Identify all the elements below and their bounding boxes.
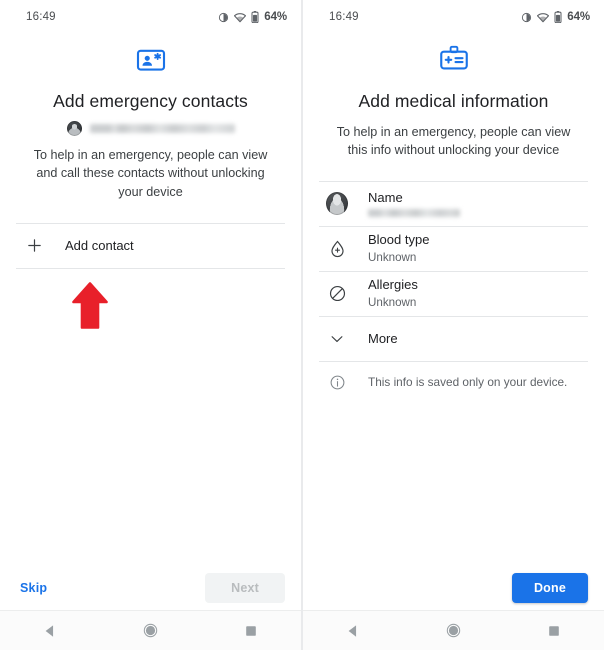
left-status-bar: 16:49 64% (0, 0, 301, 34)
wifi-icon (537, 12, 550, 23)
recents-square-icon[interactable] (223, 611, 279, 650)
list-item-value-redacted (368, 209, 460, 218)
account-email-redacted (89, 124, 235, 133)
status-icon-group: 64% (218, 11, 287, 23)
list-item-allergies[interactable]: Allergies Unknown (319, 272, 588, 316)
list-item-name[interactable]: Name (319, 182, 588, 226)
chevron-down-icon (326, 330, 348, 348)
recents-square-icon[interactable] (526, 611, 582, 650)
battery-percent-label: 64% (567, 11, 590, 23)
list-item-label: Name (368, 189, 403, 205)
account-avatar (326, 192, 348, 215)
list-item-label: More (368, 331, 398, 346)
battery-percent-label: 64% (264, 11, 287, 23)
home-circle-icon[interactable] (425, 611, 481, 650)
page-title: Add emergency contacts (53, 91, 248, 111)
divider-below-add-contact (16, 267, 285, 269)
annotation-arrow-wrap (16, 281, 285, 334)
page-title: Add medical information (358, 91, 549, 111)
battery-icon (251, 11, 259, 23)
add-contact-label: Add contact (65, 238, 134, 254)
right-bottom-bar: Done (303, 566, 604, 610)
right-content: Add medical information To help in an em… (303, 34, 604, 566)
dual-screenshot-container: 16:49 64% Add emergency contacts To help… (0, 0, 604, 650)
device-storage-note: This info is saved only on your device. (319, 362, 588, 403)
done-button[interactable]: Done (511, 573, 588, 603)
up-arrow-annotation-icon (72, 281, 108, 334)
account-avatar (66, 121, 82, 136)
list-item-label: Allergies (368, 276, 418, 292)
medical-id-badge-icon (319, 45, 588, 75)
right-nav-bar (303, 610, 604, 650)
list-item-text: Allergies Unknown (368, 277, 418, 310)
blood-drop-icon (326, 239, 348, 258)
vibrate-icon (218, 12, 229, 23)
left-nav-bar (0, 610, 301, 650)
right-phone-screen: 16:49 64% Add medical information To hel… (303, 0, 604, 650)
wifi-icon (234, 12, 247, 23)
list-item-blood-type[interactable]: Blood type Unknown (319, 227, 588, 271)
emergency-contact-card-icon (16, 45, 285, 75)
list-item-label: Blood type (368, 231, 430, 247)
list-item-value: Unknown (368, 251, 417, 265)
home-circle-icon[interactable] (122, 611, 178, 650)
left-content: Add emergency contacts To help in an eme… (0, 34, 301, 566)
right-status-bar: 16:49 64% (303, 0, 604, 34)
list-item-more[interactable]: More (319, 317, 588, 361)
plus-icon (23, 237, 45, 254)
back-triangle-icon[interactable] (22, 611, 78, 650)
list-item-value: Unknown (368, 296, 417, 310)
back-triangle-icon[interactable] (325, 611, 381, 650)
status-clock: 16:49 (26, 11, 56, 23)
next-button[interactable]: Next (205, 573, 285, 603)
page-subtitle: To help in an emergency, people can view… (33, 148, 268, 199)
list-item-text: Blood type Unknown (368, 232, 429, 265)
allergies-block-icon (326, 284, 348, 303)
left-phone-screen: 16:49 64% Add emergency contacts To help… (0, 0, 301, 650)
status-clock: 16:49 (329, 11, 359, 23)
battery-icon (554, 11, 562, 23)
info-icon (326, 374, 348, 391)
status-icon-group: 64% (521, 11, 590, 23)
page-subtitle: To help in an emergency, people can view… (336, 125, 571, 158)
skip-button[interactable]: Skip (16, 575, 51, 601)
add-contact-row[interactable]: Add contact (16, 224, 285, 268)
left-bottom-bar: Skip Next (0, 566, 301, 610)
list-item-text: Name (368, 189, 460, 218)
device-storage-note-text: This info is saved only on your device. (368, 375, 568, 389)
account-row (16, 120, 285, 137)
vibrate-icon (521, 12, 532, 23)
